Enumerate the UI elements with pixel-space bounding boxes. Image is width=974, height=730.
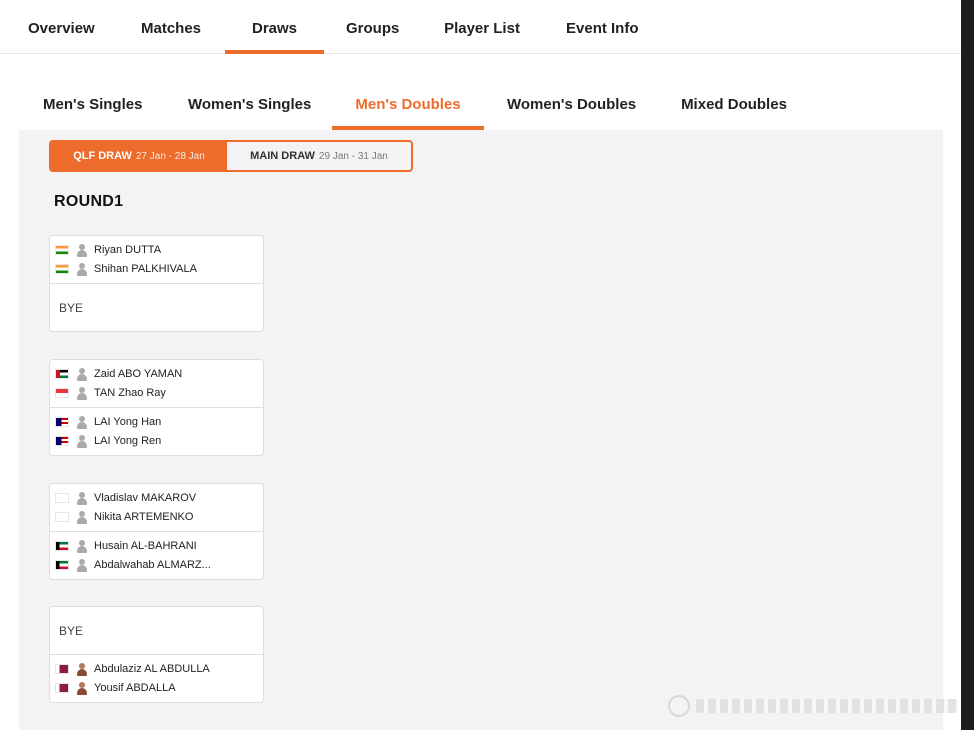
player-avatar-icon (77, 415, 87, 429)
qatar-flag-icon (55, 683, 69, 693)
blank-flag-icon (55, 512, 69, 522)
match-card[interactable]: Zaid ABO YAMAN TAN Zhao Ray LAI Yong Han… (49, 359, 264, 456)
tab-mens-doubles[interactable]: Men's Doubles (332, 78, 484, 130)
tab-groups[interactable]: Groups (346, 0, 399, 54)
team-slot: BYE (50, 284, 263, 332)
player-avatar-icon (77, 386, 87, 400)
qatar-flag-icon (55, 664, 69, 674)
player-name[interactable]: Riyan DUTTA (94, 244, 161, 256)
player-avatar-icon (77, 243, 87, 257)
player-photo-icon (77, 662, 87, 676)
tab-matches[interactable]: Matches (140, 0, 202, 54)
player-row: Abdalwahab ALMARZ... (55, 558, 211, 572)
team-slot[interactable]: Riyan DUTTA Shihan PALKHIVALA (50, 236, 263, 284)
player-avatar-icon (77, 539, 87, 553)
tab-womens-doubles[interactable]: Women's Doubles (507, 78, 636, 130)
tab-event-info[interactable]: Event Info (566, 0, 639, 54)
player-photo-icon (77, 681, 87, 695)
watermark-logo-icon (668, 695, 690, 717)
team-slot: BYE (50, 607, 263, 655)
player-row: TAN Zhao Ray (55, 386, 166, 400)
qlf-draw-button[interactable]: QLF DRAW 27 Jan - 28 Jan (51, 142, 227, 170)
watermark (668, 693, 958, 719)
main-draw-dates: 29 Jan - 31 Jan (318, 150, 388, 162)
player-row: LAI Yong Han (55, 415, 161, 429)
main-draw-button[interactable]: MAIN DRAW 29 Jan - 31 Jan (227, 142, 411, 170)
tab-player-list[interactable]: Player List (444, 0, 520, 54)
match-card[interactable]: BYE Abdulaziz AL ABDULLA Yousif ABDALLA (49, 606, 264, 703)
bye-label: BYE (59, 301, 84, 315)
player-name[interactable]: Zaid ABO YAMAN (94, 368, 182, 380)
tab-draws[interactable]: Draws (225, 0, 324, 54)
player-name[interactable]: Nikita ARTEMENKO (94, 511, 193, 523)
match-card[interactable]: Vladislav MAKAROV Nikita ARTEMENKO Husai… (49, 483, 264, 580)
malaysia-flag-icon (55, 436, 69, 446)
watermark-text-blur (696, 699, 958, 713)
india-flag-icon (55, 245, 69, 255)
qlf-draw-dates: 27 Jan - 28 Jan (135, 150, 205, 162)
player-row: Shihan PALKHIVALA (55, 262, 197, 276)
player-name[interactable]: Abdalwahab ALMARZ... (94, 559, 211, 571)
player-row: LAI Yong Ren (55, 434, 161, 448)
draw-panel: QLF DRAW 27 Jan - 28 Jan MAIN DRAW 29 Ja… (19, 130, 943, 730)
player-name[interactable]: LAI Yong Han (94, 416, 161, 428)
player-row: Abdulaziz AL ABDULLA (55, 662, 210, 676)
player-row: Zaid ABO YAMAN (55, 367, 182, 381)
bye-label: BYE (59, 624, 84, 638)
team-slot[interactable]: Abdulaziz AL ABDULLA Yousif ABDALLA (50, 655, 263, 703)
kuwait-flag-icon (55, 541, 69, 551)
player-avatar-icon (77, 558, 87, 572)
player-name[interactable]: TAN Zhao Ray (94, 387, 166, 399)
player-name[interactable]: Abdulaziz AL ABDULLA (94, 663, 210, 675)
team-slot[interactable]: LAI Yong Han LAI Yong Ren (50, 408, 263, 456)
round-title: ROUND1 (54, 193, 124, 210)
kuwait-flag-icon (55, 560, 69, 570)
blank-flag-icon (55, 493, 69, 503)
singapore-flag-icon (55, 388, 69, 398)
india-flag-icon (55, 264, 69, 274)
player-row: Nikita ARTEMENKO (55, 510, 193, 524)
jordan-flag-icon (55, 369, 69, 379)
player-name[interactable]: LAI Yong Ren (94, 435, 161, 447)
player-row: Riyan DUTTA (55, 243, 161, 257)
player-row: Vladislav MAKAROV (55, 491, 196, 505)
top-nav: Overview Matches Draws Groups Player Lis… (0, 0, 961, 54)
qlf-draw-label: QLF DRAW (73, 150, 132, 162)
player-name[interactable]: Husain AL-BAHRANI (94, 540, 197, 552)
team-slot[interactable]: Husain AL-BAHRANI Abdalwahab ALMARZ... (50, 532, 263, 580)
event-tabs: Men's Singles Women's Singles Men's Doub… (19, 78, 943, 130)
player-avatar-icon (77, 367, 87, 381)
player-avatar-icon (77, 510, 87, 524)
player-avatar-icon (77, 491, 87, 505)
draw-toggle: QLF DRAW 27 Jan - 28 Jan MAIN DRAW 29 Ja… (49, 140, 413, 172)
player-avatar-icon (77, 434, 87, 448)
player-avatar-icon (77, 262, 87, 276)
team-slot[interactable]: Zaid ABO YAMAN TAN Zhao Ray (50, 360, 263, 408)
tab-mixed-doubles[interactable]: Mixed Doubles (681, 78, 787, 130)
match-card[interactable]: Riyan DUTTA Shihan PALKHIVALA BYE (49, 235, 264, 332)
player-name[interactable]: Yousif ABDALLA (94, 682, 176, 694)
tab-womens-singles[interactable]: Women's Singles (188, 78, 311, 130)
player-name[interactable]: Vladislav MAKAROV (94, 492, 196, 504)
player-name[interactable]: Shihan PALKHIVALA (94, 263, 197, 275)
team-slot[interactable]: Vladislav MAKAROV Nikita ARTEMENKO (50, 484, 263, 532)
tab-mens-singles[interactable]: Men's Singles (43, 78, 142, 130)
player-row: Husain AL-BAHRANI (55, 539, 197, 553)
player-row: Yousif ABDALLA (55, 681, 176, 695)
malaysia-flag-icon (55, 417, 69, 427)
tab-overview[interactable]: Overview (28, 0, 95, 54)
main-draw-label: MAIN DRAW (250, 150, 315, 162)
window-edge (961, 0, 974, 730)
